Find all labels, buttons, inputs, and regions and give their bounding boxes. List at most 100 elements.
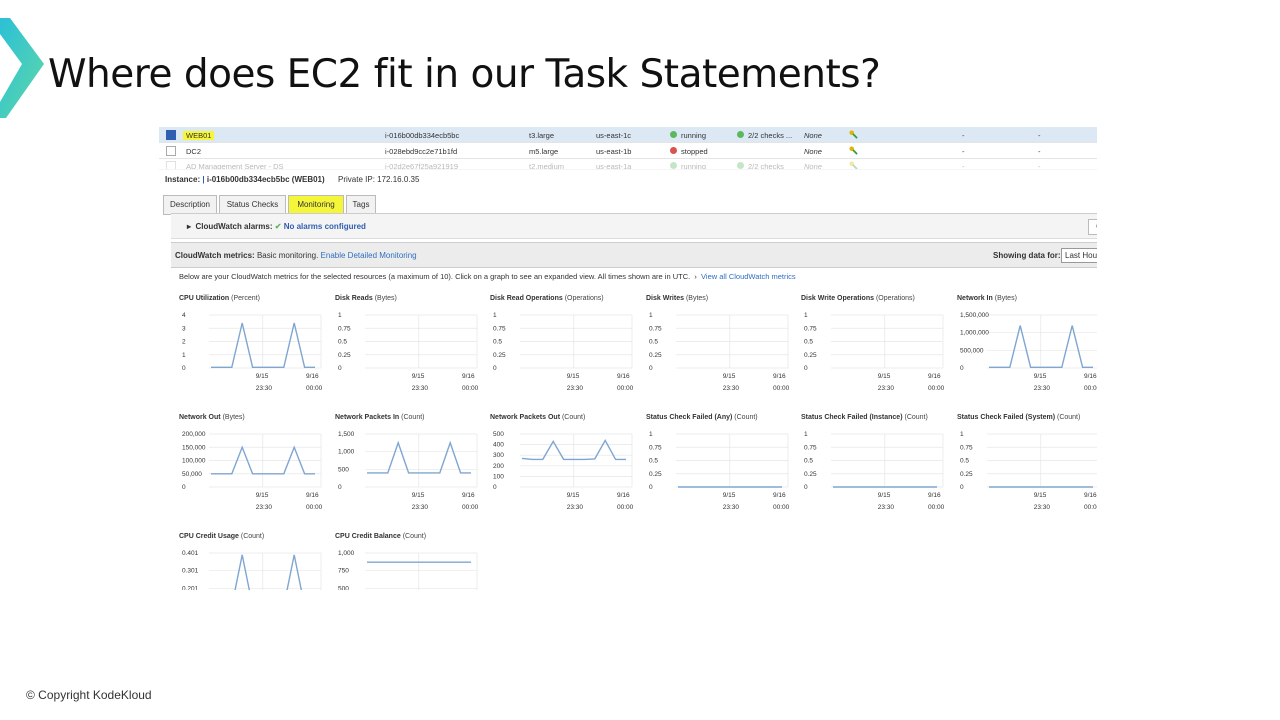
row-checkbox[interactable] bbox=[166, 146, 176, 156]
table-row[interactable]: WEB01 i-016b00db334ecb5bc t3.large us-ea… bbox=[159, 127, 1097, 143]
y-tick-label: 50,000 bbox=[182, 471, 202, 478]
y-tick-label: 0 bbox=[493, 365, 497, 372]
key-icon[interactable] bbox=[849, 161, 858, 170]
table-row[interactable]: AD Management Server - DS i-02d2e67f25a9… bbox=[159, 158, 1097, 170]
metric-chart[interactable]: CPU Credit Usage (Count) 0.401 0.301 0.201 0… bbox=[175, 533, 325, 590]
chart-unit: (Bytes) bbox=[994, 295, 1017, 302]
chart-title: Status Check Failed (Instance) (Count) bbox=[801, 414, 928, 421]
metric-chart[interactable]: CPU Credit Balance (Count) 1,000 750 500 250 bbox=[331, 533, 481, 590]
y-tick-label: 0.201 bbox=[182, 585, 199, 590]
chart-title-text: Disk Write Operations bbox=[801, 295, 876, 302]
metric-chart[interactable]: Network In (Bytes) 1,500,000 1,000,000 500,… bbox=[953, 295, 1097, 405]
stopped-status-icon bbox=[670, 147, 677, 154]
x-tick-label: 9/15 bbox=[878, 373, 891, 380]
chart-title-text: Status Check Failed (Instance) bbox=[801, 414, 905, 421]
chart-title: Disk Write Operations (Operations) bbox=[801, 295, 915, 302]
instance-state: running bbox=[681, 131, 707, 140]
y-tick-label: 2 bbox=[182, 339, 186, 346]
y-tick-label: 0 bbox=[338, 484, 342, 491]
metric-chart[interactable]: Status Check Failed (Instance) (Count) 1 0… bbox=[797, 414, 947, 524]
y-tick-label: 0.75 bbox=[649, 325, 662, 332]
tab-monitoring[interactable]: Monitoring bbox=[288, 195, 344, 215]
x-tick-label: 9/15 bbox=[723, 492, 736, 499]
x-tick-label: 23:30 bbox=[723, 385, 740, 392]
chart-title: Network Packets Out (Count) bbox=[490, 414, 585, 421]
instance-id: i-016b00db334ecb5bc bbox=[385, 131, 460, 140]
view-all-metrics-link[interactable]: View all CloudWatch metrics bbox=[701, 272, 796, 281]
key-icon[interactable] bbox=[849, 130, 858, 139]
check-ok-icon bbox=[737, 162, 744, 169]
y-tick-label: 0 bbox=[804, 484, 808, 491]
chart-title: Network Out (Bytes) bbox=[179, 414, 245, 421]
x-tick-label: 9/16 bbox=[617, 492, 630, 499]
y-tick-label: 0.5 bbox=[804, 339, 813, 346]
x-tick-label: 00:00 bbox=[1084, 504, 1097, 511]
chart-unit: (Count) bbox=[401, 414, 425, 421]
metric-chart[interactable]: Disk Reads (Bytes) 1 0.75 0.5 0.25 0 9/15 23:30… bbox=[331, 295, 481, 405]
cloudwatch-metrics-bar: CloudWatch metrics: Basic monitoring. En… bbox=[171, 242, 1097, 268]
y-tick-label: 0.5 bbox=[649, 339, 658, 346]
metric-chart[interactable]: Disk Read Operations (Operations) 1 0.75 0.… bbox=[486, 295, 636, 405]
chart-title-text: Status Check Failed (Any) bbox=[646, 414, 735, 421]
chart-title-text: Network Packets Out bbox=[490, 414, 562, 421]
expand-arrow-icon[interactable]: ▸ bbox=[187, 222, 191, 231]
y-tick-label: 0 bbox=[960, 365, 964, 372]
alarm-status: None bbox=[804, 162, 822, 170]
metric-chart[interactable]: Network Packets In (Count) 1,500 1,000 500 0… bbox=[331, 414, 481, 524]
x-tick-label: 9/16 bbox=[1084, 492, 1097, 499]
create-alarm-button[interactable]: C bbox=[1088, 219, 1097, 235]
chart-unit: (Count) bbox=[904, 414, 928, 421]
x-tick-label: 23:30 bbox=[256, 504, 273, 511]
tab-description[interactable]: Description bbox=[163, 195, 217, 215]
chart-title: Network In (Bytes) bbox=[957, 295, 1017, 302]
y-tick-label: 0.301 bbox=[182, 568, 199, 575]
y-tick-label: 0.75 bbox=[493, 325, 506, 332]
x-tick-label: 9/15 bbox=[256, 373, 269, 380]
tab-status-checks[interactable]: Status Checks bbox=[219, 195, 286, 215]
chart-unit: (Operations) bbox=[875, 295, 915, 302]
instance-id: i-02d2e67f25a921919 bbox=[385, 162, 458, 170]
metric-chart[interactable]: Network Out (Bytes) 200,000 150,000 100,000… bbox=[175, 414, 325, 524]
metrics-description-text: Below are your CloudWatch metrics for th… bbox=[179, 272, 691, 281]
metric-chart[interactable]: Disk Write Operations (Operations) 1 0.75 0… bbox=[797, 295, 947, 405]
chart-plot: 1 0.75 0.5 0.25 0 9/15 23:30 9/16 00:00 bbox=[338, 312, 479, 392]
table-row[interactable]: DC2 i-028ebd9cc2e71b1fd m5.large us-east… bbox=[159, 143, 1097, 159]
chart-title: Status Check Failed (System) (Count) bbox=[957, 414, 1080, 421]
y-tick-label: 0 bbox=[493, 484, 497, 491]
metric-chart[interactable]: Network Packets Out (Count) 500 400 300 200 1… bbox=[486, 414, 636, 524]
chart-plot: 4 3 2 1 0 9/15 23:30 9/16 00:00 bbox=[182, 312, 323, 392]
y-tick-label: 500 bbox=[493, 431, 504, 438]
x-tick-label: 9/16 bbox=[462, 492, 475, 499]
tab-tags[interactable]: Tags bbox=[346, 195, 376, 215]
row-checkbox[interactable] bbox=[166, 161, 176, 169]
instance-name: AD Management Server - DS bbox=[186, 162, 284, 170]
x-tick-label: 23:30 bbox=[567, 385, 584, 392]
chart-title-text: Disk Reads bbox=[335, 295, 375, 302]
y-tick-label: 0.5 bbox=[649, 458, 658, 465]
enable-detailed-monitoring-link[interactable]: Enable Detailed Monitoring bbox=[321, 251, 417, 260]
y-tick-label: 500,000 bbox=[960, 347, 984, 354]
y-tick-label: 0.25 bbox=[649, 352, 662, 359]
private-ip-label: Private IP: bbox=[338, 175, 375, 184]
y-tick-label: 4 bbox=[182, 312, 186, 319]
private-ip-value: 172.16.0.35 bbox=[377, 175, 420, 184]
x-tick-label: 9/15 bbox=[723, 373, 736, 380]
y-tick-label: 0.75 bbox=[960, 444, 973, 451]
time-range-select[interactable]: Last Hou bbox=[1061, 248, 1097, 263]
x-tick-label: 00:00 bbox=[1084, 385, 1097, 392]
alarms-row[interactable]: ▸ CloudWatch alarms: ✔ No alarms configu… bbox=[187, 222, 366, 231]
instance-state: stopped bbox=[681, 147, 708, 156]
chart-title-text: CPU Credit Usage bbox=[179, 533, 241, 540]
y-tick-label: 1 bbox=[649, 312, 653, 319]
y-tick-label: 0.25 bbox=[338, 352, 351, 359]
metric-chart[interactable]: CPU Utilization (Percent) 4 3 2 1 0 9/15 23:30 9… bbox=[175, 295, 325, 405]
row-checkbox[interactable] bbox=[166, 130, 176, 140]
metric-chart[interactable]: Status Check Failed (System) (Count) 1 0.7… bbox=[953, 414, 1097, 524]
chart-title-text: CPU Utilization bbox=[179, 295, 232, 302]
public-dns-cell: - bbox=[962, 131, 965, 140]
key-icon[interactable] bbox=[849, 146, 858, 155]
metric-chart[interactable]: Status Check Failed (Any) (Count) 1 0.75 0.… bbox=[642, 414, 792, 524]
metric-chart[interactable]: Disk Writes (Bytes) 1 0.75 0.5 0.25 0 9/15 23:3… bbox=[642, 295, 792, 405]
y-tick-label: 0 bbox=[649, 484, 653, 491]
y-tick-label: 100,000 bbox=[182, 458, 206, 465]
